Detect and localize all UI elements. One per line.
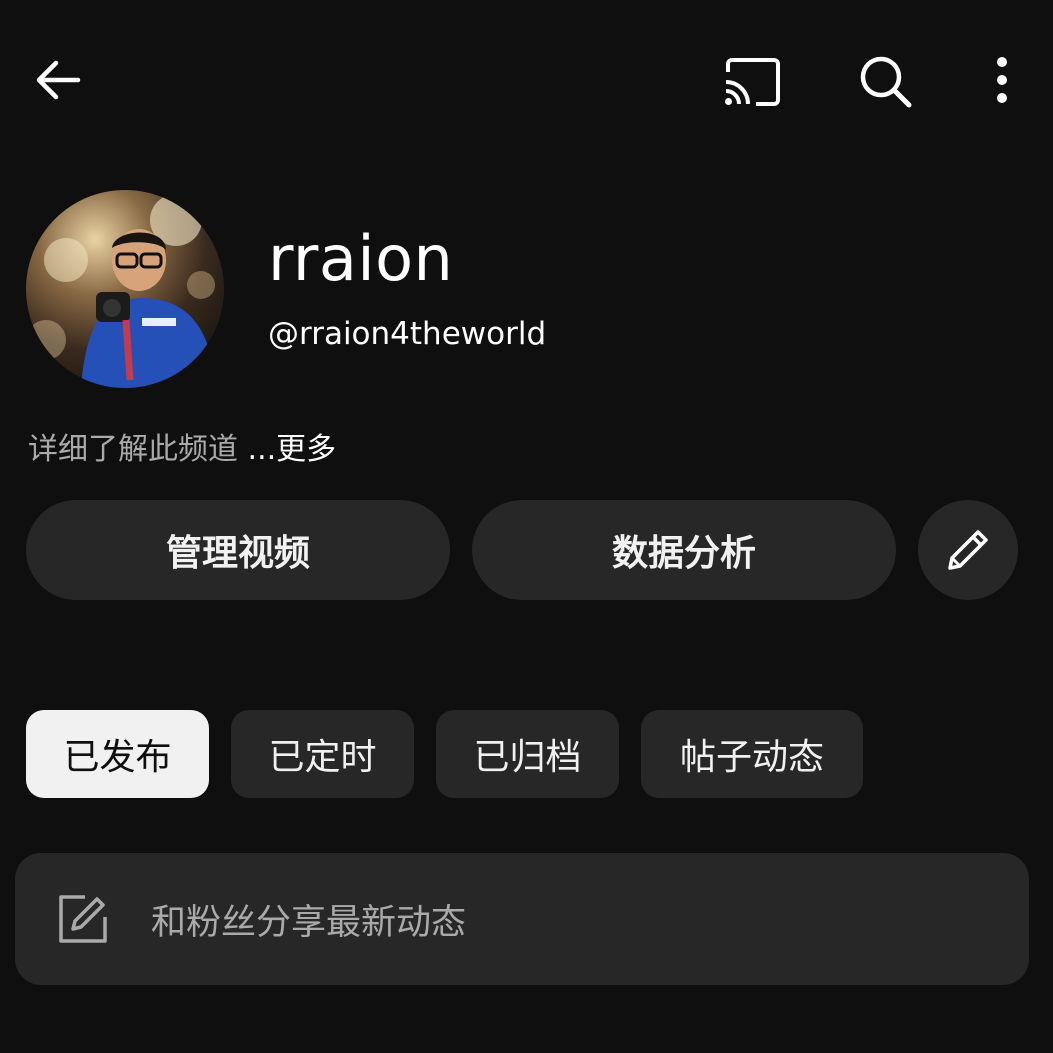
channel-handle: @rraion4theworld [268, 316, 547, 352]
channel-about-link[interactable]: 详细了解此频道 ...更多 [28, 424, 336, 468]
analytics-button[interactable]: 数据分析 [472, 500, 896, 600]
cast-icon [725, 58, 780, 106]
manage-videos-button[interactable]: 管理视频 [26, 500, 450, 600]
post-composer[interactable]: 和粉丝分享最新动态 [15, 853, 1029, 985]
more-options-button[interactable] [966, 44, 1038, 116]
edit-square-icon [55, 891, 111, 947]
tab-scheduled[interactable]: 已定时 [231, 710, 414, 798]
channel-name: rraion [268, 222, 454, 295]
avatar-image [26, 190, 224, 388]
back-button[interactable] [22, 44, 94, 116]
about-more: ...更多 [247, 432, 337, 467]
composer-placeholder: 和粉丝分享最新动态 [151, 902, 467, 943]
edit-channel-button[interactable] [918, 500, 1018, 600]
search-icon [860, 56, 912, 108]
search-button[interactable] [850, 46, 922, 118]
pencil-icon [948, 530, 988, 570]
tab-published[interactable]: 已发布 [26, 710, 209, 798]
arrow-left-icon [36, 60, 81, 100]
cast-button[interactable] [716, 46, 788, 118]
tab-archived[interactable]: 已归档 [436, 710, 619, 798]
about-text: 详细了解此频道 [28, 432, 248, 467]
more-vertical-icon [997, 57, 1007, 103]
avatar[interactable] [26, 190, 224, 388]
tab-posts[interactable]: 帖子动态 [641, 710, 863, 798]
